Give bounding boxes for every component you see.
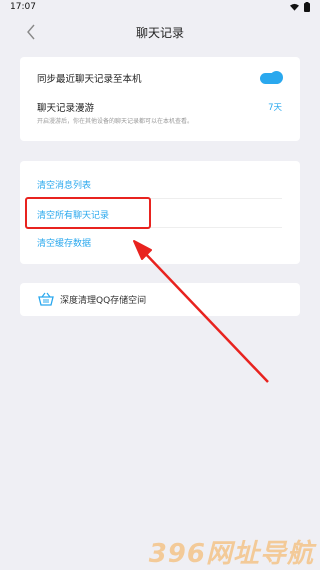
- status-bar: 17:07: [0, 0, 320, 14]
- status-time: 17:07: [10, 2, 36, 12]
- clear-message-list-button[interactable]: 清空消息列表: [37, 178, 91, 191]
- sync-recent-row: 同步最近聊天记录至本机: [37, 70, 283, 86]
- deep-clean-button[interactable]: 深度清理QQ存储空间: [38, 292, 146, 306]
- basket-icon: [38, 292, 54, 306]
- wifi-icon: [290, 3, 299, 11]
- sync-recent-toggle[interactable]: [260, 71, 283, 84]
- status-icons: [290, 2, 310, 12]
- watermark-logo: 396网址导航: [148, 538, 314, 569]
- roaming-description: 开启漫游后，你在其他设备的聊天记录都可以在本机查看。: [37, 118, 194, 125]
- highlight-box: [25, 197, 151, 229]
- clear-actions-card: 清空消息列表 清空所有聊天记录 清空缓存数据: [20, 161, 300, 264]
- roaming-label: 聊天记录漫游: [37, 103, 95, 114]
- back-button[interactable]: [22, 23, 40, 41]
- roaming-value: 7天: [268, 103, 282, 113]
- deep-clean-label: 深度清理QQ存储空间: [60, 295, 147, 306]
- deep-clean-card: 深度清理QQ存储空间: [20, 283, 300, 316]
- roaming-row[interactable]: 聊天记录漫游 7天: [37, 100, 282, 114]
- clear-cache-button[interactable]: 清空缓存数据: [37, 236, 91, 249]
- page-title: 聊天记录: [135, 25, 184, 40]
- chevron-left-icon: [27, 24, 35, 40]
- sync-settings-card: 同步最近聊天记录至本机 聊天记录漫游 7天 开启漫游后，你在其他设备的聊天记录都…: [20, 57, 300, 141]
- battery-icon: [304, 2, 310, 12]
- title-bar: 聊天记录: [0, 14, 320, 50]
- sync-recent-label: 同步最近聊天记录至本机: [37, 74, 142, 85]
